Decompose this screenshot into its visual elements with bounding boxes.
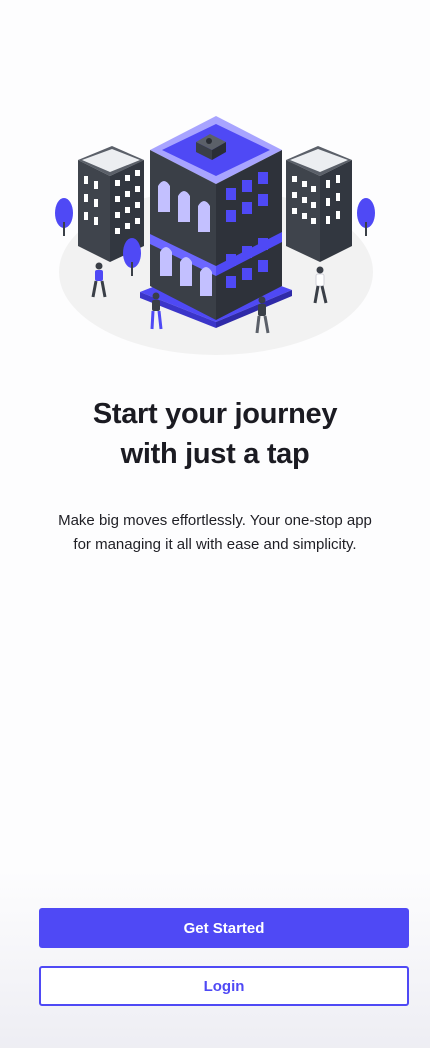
get-started-button[interactable]: Get Started <box>39 908 409 948</box>
login-button[interactable]: Login <box>39 966 409 1006</box>
tree-right <box>357 198 375 236</box>
tree-left <box>55 198 73 236</box>
right-building <box>286 146 352 262</box>
footer-actions <box>0 870 430 1048</box>
main-building <box>150 116 282 320</box>
onboarding-subtitle: Make big moves effortlessly. Your one-st… <box>40 509 390 557</box>
headline-line-1: Start your journey <box>92 398 338 430</box>
city-buildings-illustration <box>55 116 375 355</box>
onboarding-headline: Start your journey with just a tap <box>0 394 430 474</box>
subtitle-line-1: Make big moves effortlessly. Your one-st… <box>58 512 372 529</box>
headline-line-2: with just a tap <box>120 438 310 470</box>
subtitle-line-2: for managing it all with ease and simpli… <box>73 536 357 553</box>
